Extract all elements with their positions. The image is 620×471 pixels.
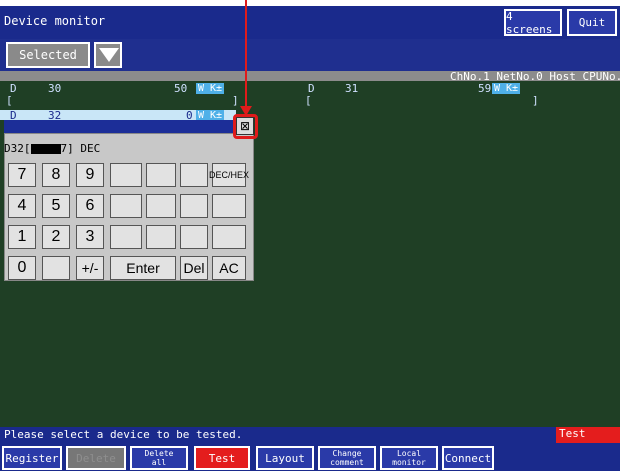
display-prefix: D32[ [4, 142, 31, 155]
key-ac[interactable]: AC [212, 256, 246, 280]
mode-indicator: Test [556, 427, 620, 443]
bracket-open: [ [6, 94, 13, 107]
local-monitor-button[interactable]: Local monitor [380, 446, 438, 470]
key-blank [212, 194, 246, 218]
key-0[interactable]: 0 [8, 256, 36, 280]
key-7[interactable]: 7 [8, 163, 36, 187]
delete-button[interactable]: Delete [66, 446, 126, 470]
dropdown-arrow-icon[interactable] [94, 42, 122, 68]
keypad-display: D32[ 7] DEC [4, 142, 100, 155]
format-tag: W K± [492, 83, 521, 94]
local-monitor-label-2: monitor [392, 458, 426, 467]
key-enter[interactable]: Enter [110, 256, 176, 280]
key-blank [146, 194, 176, 218]
key-del[interactable]: Del [180, 256, 208, 280]
key-dec-hex[interactable]: DEC/HEX [209, 163, 249, 187]
select-row [0, 39, 620, 71]
key-4[interactable]: 4 [8, 194, 36, 218]
four-screens-button[interactable]: 4 screens [504, 9, 562, 36]
device-address: 30 [48, 82, 62, 95]
window-title: Device monitor [4, 14, 106, 28]
key-blank [180, 163, 208, 187]
bracket-close: ] [232, 94, 239, 107]
annotation-highlight [233, 114, 258, 139]
key-blank [42, 256, 70, 280]
device-value: 50 [174, 82, 188, 95]
change-comment-label-1: Change [332, 449, 362, 458]
device-value: 59 [478, 82, 492, 95]
key-blank [146, 163, 176, 187]
key-blank [110, 194, 142, 218]
layout-button[interactable]: Layout [256, 446, 314, 470]
key-8[interactable]: 8 [42, 163, 70, 187]
display-suffix: 7] DEC [60, 142, 101, 155]
bracket-close: ] [532, 94, 539, 107]
key-1[interactable]: 1 [8, 225, 36, 249]
connect-button[interactable]: Connect [442, 446, 494, 470]
annotation-arrow [245, 0, 247, 108]
delete-all-label-1: Delete [144, 449, 174, 458]
key-blank [180, 225, 208, 249]
info-text: ChNo.1 NetNo.0 Host CPUNo.0 [450, 70, 620, 83]
input-cursor [30, 144, 61, 154]
status-message: Please select a device to be tested. [4, 428, 243, 441]
test-button[interactable]: Test [194, 446, 250, 470]
local-monitor-label-1: Local [396, 449, 422, 458]
change-comment-button[interactable]: Change comment [318, 446, 376, 470]
key-blank [110, 225, 142, 249]
key-plus-minus[interactable]: +/- [76, 256, 104, 280]
key-6[interactable]: 6 [76, 194, 104, 218]
delete-all-button[interactable]: Delete all [130, 446, 188, 470]
key-blank [212, 225, 246, 249]
change-comment-label-2: comment [330, 458, 364, 467]
format-tag: W K± [196, 83, 225, 94]
key-5[interactable]: 5 [42, 194, 70, 218]
selected-dropdown[interactable]: Selected [6, 42, 90, 68]
delete-all-label-2: all [151, 458, 167, 467]
key-blank [146, 225, 176, 249]
quit-button[interactable]: Quit [567, 9, 617, 36]
device-address: 31 [345, 82, 359, 95]
key-blank [180, 194, 208, 218]
key-2[interactable]: 2 [42, 225, 70, 249]
key-9[interactable]: 9 [76, 163, 104, 187]
keypad-titlebar [4, 120, 254, 133]
register-button[interactable]: Register [2, 446, 62, 470]
bracket-open: [ [305, 94, 312, 107]
key-blank [110, 163, 142, 187]
key-3[interactable]: 3 [76, 225, 104, 249]
